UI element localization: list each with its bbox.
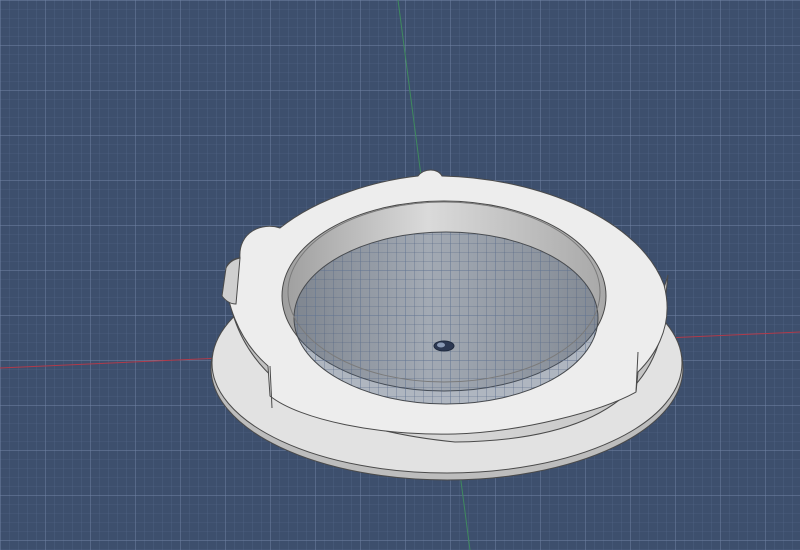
ring-bore-opening-tint — [294, 232, 598, 404]
origin-marker-icon — [433, 340, 455, 352]
viewport-canvas[interactable] — [0, 0, 800, 550]
cad-3d-viewport[interactable] — [0, 0, 800, 550]
